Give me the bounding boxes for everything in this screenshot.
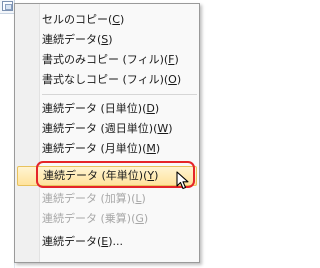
menu-item-label: 連続データ(E)... (42, 235, 124, 248)
menu-item-fill-days[interactable]: 連続データ (日単位)(D) (15, 99, 199, 119)
menu-item-label: 書式のみコピー (フィル)(F) (42, 53, 179, 66)
menu-item-fill-series[interactable]: 連続データ(S) (15, 30, 199, 50)
menu-item-label: 連続データ (日単位)(D) (42, 102, 160, 115)
menu-item-label: 連続データ (加算)(L) (42, 192, 146, 205)
worksheet-gridline (0, 13, 14, 14)
menu-item-growth-trend[interactable]: 連続データ (乗算)(G) (15, 209, 199, 229)
menu-item-copy-cells[interactable]: セルのコピー(C) (15, 10, 199, 30)
menu-item-label: セルのコピー(C) (42, 13, 125, 26)
red-highlight-annotation (36, 161, 195, 188)
menu-item-label: 書式なしコピー (フィル)(O) (42, 73, 182, 86)
menu-item-fill-months[interactable]: 連続データ (月単位)(M) (15, 139, 199, 159)
menu-separator (42, 94, 197, 95)
menu-item-label: 連続データ (週日単位)(W) (42, 122, 173, 135)
auto-fill-options-icon[interactable] (2, 1, 13, 11)
menu-item-linear-trend[interactable]: 連続データ (加算)(L) (15, 189, 199, 209)
menu-item-label: 連続データ (乗算)(G) (42, 212, 149, 225)
menu-item-fill-formatting-only[interactable]: 書式のみコピー (フィル)(F) (15, 50, 199, 70)
menu-item-fill-without-formatting[interactable]: 書式なしコピー (フィル)(O) (15, 70, 199, 90)
auto-fill-context-menu: セルのコピー(C) 連続データ(S) 書式のみコピー (フィル)(F) 書式なし… (14, 3, 200, 263)
worksheet-corner-cell (0, 0, 15, 14)
menu-item-label: 連続データ(S) (42, 33, 113, 46)
mouse-pointer-icon (176, 171, 189, 190)
menu-item-fill-weekdays[interactable]: 連続データ (週日単位)(W) (15, 119, 199, 139)
screen: セルのコピー(C) 連続データ(S) 書式のみコピー (フィル)(F) 書式なし… (0, 0, 206, 268)
menu-item-series-dialog[interactable]: 連続データ(E)... (15, 232, 199, 252)
menu-item-label: 連続データ (月単位)(M) (42, 142, 161, 155)
